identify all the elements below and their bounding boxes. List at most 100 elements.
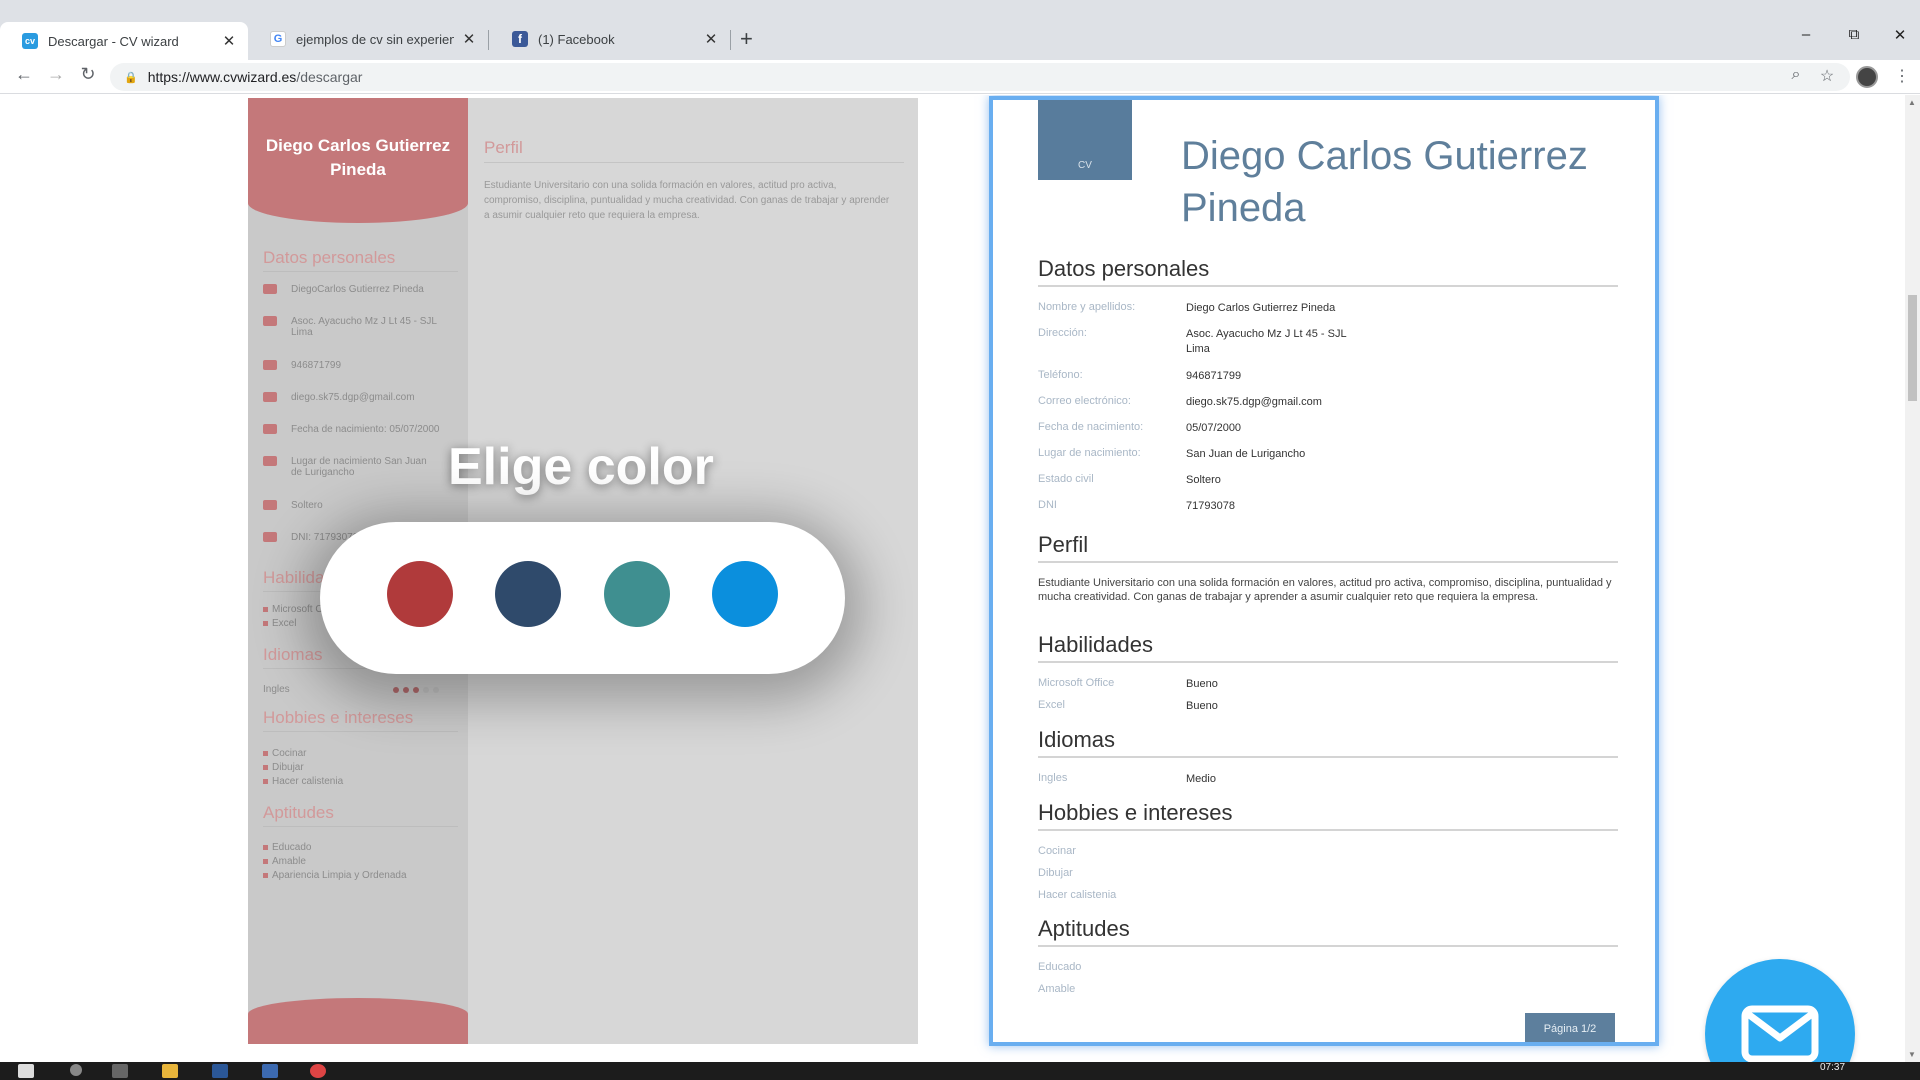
color-swatch-blue[interactable] [712, 561, 778, 627]
close-tab-icon[interactable]: ✕ [220, 32, 238, 50]
bookmark-star-icon[interactable]: ☆ [1816, 66, 1838, 86]
field-label: Estado civil [1038, 473, 1094, 485]
back-arrow-icon[interactable]: ← [12, 64, 36, 85]
calendar-icon [263, 424, 277, 434]
field-value: Bueno [1186, 678, 1218, 690]
cv-footer-band [248, 998, 468, 1044]
windows-start-icon[interactable] [18, 1064, 34, 1078]
section-heading: Aptitudes [1038, 916, 1618, 947]
page-scrollbar[interactable]: ▲ ▼ [1905, 95, 1920, 1062]
color-swatch-teal[interactable] [604, 561, 670, 627]
tab-separator [488, 30, 489, 50]
personal-item: DiegoCarlos Gutierrez Pineda [263, 284, 424, 295]
cv-document-preview[interactable]: CV Diego Carlos Gutierrez Pineda Datos p… [989, 96, 1659, 1046]
list-item: Hacer calistenia [1038, 889, 1117, 901]
color-picker [320, 522, 845, 674]
address-bar[interactable]: 🔒 https://www.cvwizard.es/descargar [110, 63, 1850, 91]
task-view-icon[interactable] [112, 1064, 128, 1078]
cv-name: Diego Carlos Gutierrez Pineda [1181, 134, 1588, 230]
hobby-item: Hacer calistenia [263, 776, 343, 787]
close-window-button[interactable]: ✕ [1880, 26, 1920, 44]
url-host: https://www.cvwizard.es [147, 69, 297, 85]
lock-icon: 🔒 [124, 71, 138, 84]
contact-mail-button[interactable] [1705, 959, 1855, 1062]
section-heading: Datos personales [1038, 256, 1618, 287]
field-label: Lugar de nacimiento: [1038, 447, 1141, 459]
field-label: Teléfono: [1038, 369, 1083, 381]
clock: 07:37 [1820, 1062, 1846, 1073]
field-label: Correo electrónico: [1038, 395, 1131, 407]
cv-logo: CV [1038, 100, 1132, 180]
field-value: 946871799 [1186, 370, 1242, 382]
profile-text: Estudiante Universitario con una solida … [1038, 577, 1612, 603]
tab-strip: cv Descargar - CV wizard ✕ G ejemplos de… [0, 0, 1920, 60]
search-icon[interactable] [70, 1064, 82, 1076]
phone-icon [263, 360, 277, 370]
rings-icon [263, 500, 277, 510]
os-taskbar: 07:37 [0, 1062, 1920, 1080]
list-item: Amable [1038, 983, 1076, 995]
section-title: Aptitudes [263, 803, 458, 827]
folder-icon[interactable] [162, 1064, 178, 1078]
facebook-icon: f [512, 31, 528, 47]
color-picker-title: Elige color [448, 438, 714, 496]
restore-button[interactable]: ⧉ [1834, 26, 1874, 43]
tab-title: Descargar - CV wizard [48, 33, 179, 49]
scrollbar-thumb[interactable] [1908, 295, 1917, 401]
page-indicator: Página 1/2 [1525, 1013, 1615, 1042]
field-value: Diego Carlos Gutierrez Pineda [1186, 302, 1336, 314]
new-tab-button[interactable]: + [740, 26, 753, 52]
field-label: Excel [1038, 699, 1065, 711]
language-item: Ingles [263, 684, 290, 695]
field-value: Bueno [1186, 700, 1218, 712]
aptitude-item: Educado [263, 842, 311, 853]
field-value: Medio [1186, 773, 1216, 785]
personal-item: Lugar de nacimiento San Juan de Luriganc… [263, 456, 433, 478]
list-item: Dibujar [1038, 867, 1073, 879]
mail-icon [1741, 1005, 1819, 1062]
tab-title: (1) Facebook [538, 31, 615, 47]
field-label: Nombre y apellidos: [1038, 301, 1136, 313]
section-title: Datos personales [263, 248, 458, 272]
section-heading: Idiomas [1038, 727, 1618, 758]
forward-arrow-icon[interactable]: → [44, 64, 68, 85]
tab-google[interactable]: G ejemplos de cv sin experiencia la ✕ [248, 22, 488, 56]
zoom-icon[interactable]: ⌕ [1785, 66, 1807, 84]
tab-facebook[interactable]: f (1) Facebook ✕ [490, 22, 730, 56]
personal-item: diego.sk75.dgp@gmail.com [263, 392, 415, 403]
reload-icon[interactable]: ↻ [76, 64, 100, 85]
profile-text: Estudiante Universitario con una solida … [484, 180, 890, 221]
field-value: diego.sk75.dgp@gmail.com [1186, 396, 1322, 408]
color-swatch-navy[interactable] [495, 561, 561, 627]
menu-kebab-icon[interactable]: ⋮ [1891, 66, 1913, 86]
field-label: Microsoft Office [1038, 677, 1115, 689]
tab-title: ejemplos de cv sin experiencia la [296, 31, 454, 47]
chrome-icon[interactable] [310, 1064, 326, 1078]
personal-item: Asoc. Ayacucho Mz J Lt 45 - SJL Lima [263, 316, 453, 338]
close-tab-icon[interactable]: ✕ [702, 30, 720, 48]
person-icon [263, 284, 277, 294]
scroll-down-icon[interactable]: ▼ [1908, 1050, 1916, 1059]
field-value: Asoc. Ayacucho Mz J Lt 45 - SJL Lima [1186, 328, 1347, 355]
close-tab-icon[interactable]: ✕ [460, 30, 478, 48]
field-value: Soltero [1186, 474, 1221, 486]
scroll-up-icon[interactable]: ▲ [1908, 98, 1916, 107]
id-card-icon [263, 532, 277, 542]
cv-name-header: Diego Carlos Gutierrez Pineda [248, 98, 468, 223]
personal-item: 946871799 [263, 360, 341, 371]
list-item: Educado [1038, 961, 1082, 973]
url-path: /descargar [296, 69, 363, 85]
mail-icon [263, 392, 277, 402]
page-content: Diego Carlos Gutierrez Pineda Datos pers… [0, 95, 1905, 1062]
app-icon[interactable] [262, 1064, 278, 1078]
aptitude-item: Amable [263, 856, 306, 867]
google-icon: G [270, 31, 286, 47]
tab-cvwizard[interactable]: cv Descargar - CV wizard ✕ [0, 22, 248, 60]
profile-avatar[interactable] [1856, 66, 1878, 88]
minimize-button[interactable]: – [1786, 26, 1826, 43]
color-swatch-red[interactable] [387, 561, 453, 627]
skill-item: Excel [263, 618, 296, 629]
word-icon[interactable] [212, 1064, 228, 1078]
location-pin-icon [263, 456, 277, 466]
aptitude-item: Apariencia Limpia y Ordenada [263, 870, 407, 881]
